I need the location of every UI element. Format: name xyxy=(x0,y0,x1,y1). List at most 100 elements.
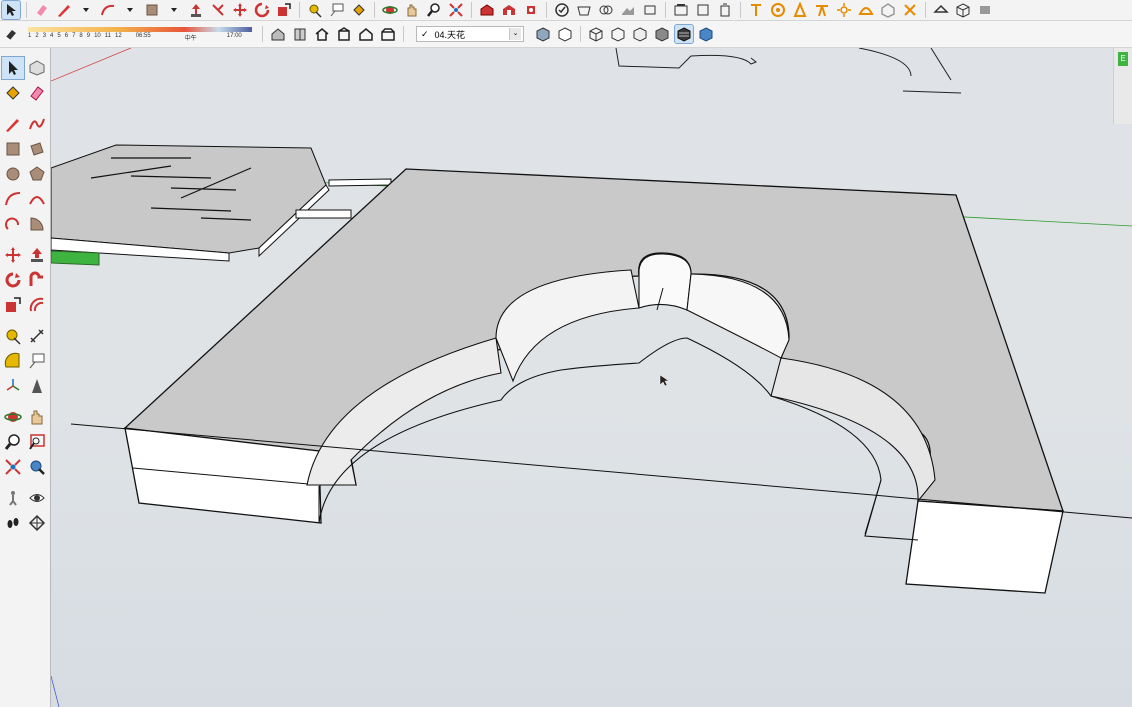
palette-tape-button[interactable] xyxy=(2,325,24,347)
palette-dimension-button[interactable] xyxy=(26,325,48,347)
style-monochrome-button[interactable] xyxy=(697,25,715,43)
arc-tool-button[interactable] xyxy=(99,1,117,19)
palette-pan-button[interactable] xyxy=(26,406,48,428)
plugin-8-button[interactable] xyxy=(901,1,919,19)
modeling-viewport[interactable] xyxy=(51,48,1132,707)
style-xray-button[interactable] xyxy=(269,25,287,43)
view-top-small-button[interactable] xyxy=(335,25,353,43)
palette-text-button[interactable] xyxy=(26,350,48,372)
palette-freehand-button[interactable] xyxy=(26,113,48,135)
plugin-1-button[interactable] xyxy=(747,1,765,19)
warehouse-button[interactable] xyxy=(478,1,496,19)
view-top-button[interactable] xyxy=(694,1,712,19)
palette-zoom-extents-button[interactable] xyxy=(2,456,24,478)
move-tool-button[interactable] xyxy=(231,1,249,19)
shadow-settings-slider[interactable]: 1 2 3 4 5 6 7 8 9 10 11 12 06:55 中午 17:0… xyxy=(28,26,252,42)
palette-move-button[interactable] xyxy=(2,244,24,266)
select-tool-button[interactable] xyxy=(1,0,21,20)
view-right-button[interactable] xyxy=(379,25,397,43)
style-wireframe-button[interactable] xyxy=(609,25,627,43)
style-hidden-line-button[interactable] xyxy=(556,25,574,43)
palette-line-button[interactable] xyxy=(2,113,24,135)
palette-3d-text-button[interactable] xyxy=(26,375,48,397)
eraser-small-button[interactable] xyxy=(2,25,20,43)
style-shaded-solid-button[interactable] xyxy=(653,25,671,43)
rotate-tool-button[interactable] xyxy=(253,1,271,19)
paint-bucket-button[interactable] xyxy=(350,1,368,19)
zoom-extents-button[interactable] xyxy=(447,1,465,19)
palette-axes-button[interactable] xyxy=(2,375,24,397)
rectangle-tool-button[interactable] xyxy=(143,1,161,19)
plugin-7-button[interactable] xyxy=(879,1,897,19)
green-panel[interactable] xyxy=(51,250,100,266)
palette-offset-button[interactable] xyxy=(26,294,48,316)
palette-3pt-arc-button[interactable] xyxy=(2,213,24,235)
right-panel-tab[interactable]: E xyxy=(1118,52,1128,66)
plugin-3-button[interactable] xyxy=(791,1,809,19)
style-backedges-button[interactable] xyxy=(291,25,309,43)
intersect-button[interactable] xyxy=(597,1,615,19)
plugin-9-button[interactable] xyxy=(932,1,950,19)
palette-orbit-button[interactable] xyxy=(2,406,24,428)
pan-tool-button[interactable] xyxy=(403,1,421,19)
arc-dropdown-button[interactable] xyxy=(121,1,139,19)
outer-shell-button[interactable] xyxy=(575,1,593,19)
plugin-11-button[interactable] xyxy=(976,1,994,19)
tape-measure-button[interactable] xyxy=(306,1,324,19)
palette-circle-button[interactable] xyxy=(2,163,24,185)
zoom-tool-button[interactable] xyxy=(425,1,443,19)
palette-protractor-button[interactable] xyxy=(2,350,24,372)
palette-component-button[interactable] xyxy=(26,57,48,79)
palette-rotated-rect-button[interactable] xyxy=(26,138,48,160)
chevron-down-icon[interactable]: ⌄ xyxy=(509,28,521,40)
solid-check-button[interactable] xyxy=(553,1,571,19)
palette-select-button[interactable] xyxy=(1,55,25,80)
eraser-tool-button[interactable] xyxy=(33,1,51,19)
palette-previous-view-button[interactable] xyxy=(26,456,48,478)
palette-arc-button[interactable] xyxy=(2,188,24,210)
style-textured-button[interactable] xyxy=(674,24,694,44)
palette-push-pull-button[interactable] xyxy=(26,244,48,266)
plugin-6-button[interactable] xyxy=(857,1,875,19)
palette-paint-button[interactable] xyxy=(2,82,24,104)
section-plane-button[interactable] xyxy=(641,1,659,19)
style-shaded-button[interactable] xyxy=(534,25,552,43)
palette-walk-button[interactable] xyxy=(2,512,24,534)
offset-tool-button[interactable] xyxy=(209,1,227,19)
view-home-button[interactable] xyxy=(313,25,331,43)
share-model-button[interactable] xyxy=(500,1,518,19)
orbit-tool-button[interactable] xyxy=(381,1,399,19)
view-front-small-button[interactable] xyxy=(357,25,375,43)
vertical-scrollbar[interactable]: E xyxy=(1113,48,1132,124)
shadow-time-gradient[interactable] xyxy=(28,26,252,32)
push-pull-tool-button[interactable] xyxy=(187,1,205,19)
sandbox-button[interactable] xyxy=(619,1,637,19)
palette-look-around-button[interactable] xyxy=(26,487,48,509)
palette-section-button[interactable] xyxy=(26,512,48,534)
palette-rectangle-button[interactable] xyxy=(2,138,24,160)
palette-scale-button[interactable] xyxy=(2,294,24,316)
plugin-2-button[interactable] xyxy=(769,1,787,19)
palette-eraser-button[interactable] xyxy=(26,82,48,104)
palette-2pt-arc-button[interactable] xyxy=(26,188,48,210)
style-xray-mode-button[interactable] xyxy=(587,25,605,43)
scene-dropdown[interactable]: ✓ 04.天花 ⌄ xyxy=(416,26,524,42)
palette-pie-button[interactable] xyxy=(26,213,48,235)
view-iso-button[interactable] xyxy=(672,1,690,19)
view-front-button[interactable] xyxy=(716,1,734,19)
plugin-4-button[interactable] xyxy=(813,1,831,19)
palette-follow-me-button[interactable] xyxy=(26,269,48,291)
palette-position-camera-button[interactable] xyxy=(2,487,24,509)
scale-tool-button[interactable] xyxy=(275,1,293,19)
text-tool-button[interactable] xyxy=(328,1,346,19)
shape-dropdown-button[interactable] xyxy=(165,1,183,19)
palette-zoom-button[interactable] xyxy=(2,431,24,453)
palette-rotate-button[interactable] xyxy=(2,269,24,291)
line-tool-button[interactable] xyxy=(55,1,73,19)
palette-zoom-window-button[interactable] xyxy=(26,431,48,453)
line-dropdown-button[interactable] xyxy=(77,1,95,19)
style-hidden-button[interactable] xyxy=(631,25,649,43)
palette-polygon-button[interactable] xyxy=(26,163,48,185)
extension-warehouse-button[interactable] xyxy=(522,1,540,19)
plugin-10-button[interactable] xyxy=(954,1,972,19)
